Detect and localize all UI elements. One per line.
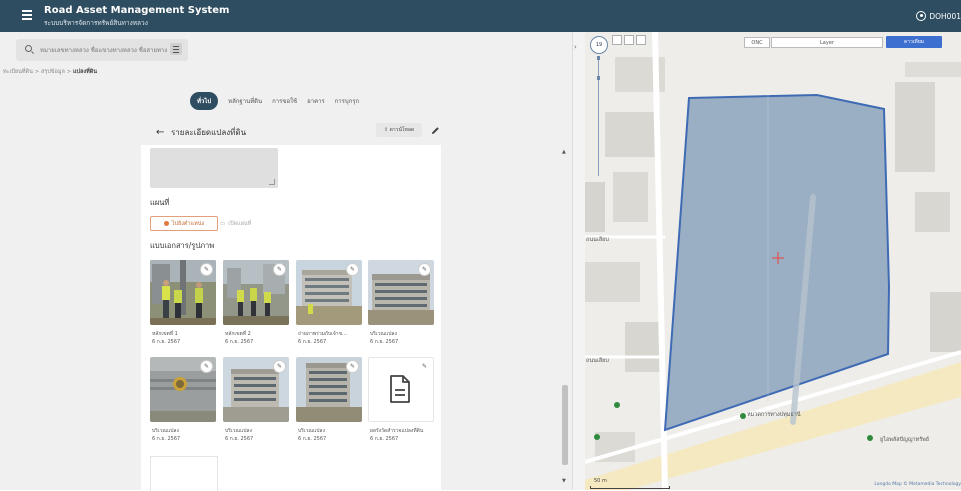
scrollbar[interactable]: ▲ ▼ — [561, 145, 569, 490]
photo-thumbnail[interactable]: ✎ — [296, 260, 362, 325]
detail-title: รายละเอียดแปลงที่ดิน — [171, 128, 247, 137]
documents-section-title: แบบเอกสาร/รูปภาพ — [150, 241, 215, 250]
user-icon — [916, 11, 927, 21]
zoom-slider[interactable] — [597, 56, 600, 176]
map-scale-label: 50 m — [594, 478, 607, 484]
locate-button[interactable]: ไปยังตำแหน่ง — [150, 216, 218, 231]
photo-caption: ถ่ายภาพร่วมกับเจ้าข... 6 ก.ย. 2567 — [298, 331, 347, 345]
photo-caption: บริเวณแปลง 6 ก.ย. 2567 — [298, 428, 327, 442]
add-photo-button[interactable] — [150, 456, 218, 491]
download-label: ดาวน์โหลด — [389, 127, 415, 133]
search-input[interactable]: หมายเลขทางหลวง ชื่อแขวงทางหลวง ชื่อสายทา… — [40, 45, 167, 55]
edit-photo-icon[interactable]: ✎ — [346, 360, 359, 373]
basemap-select[interactable]: ดาวเทียม — [886, 36, 942, 48]
photo-thumbnail[interactable]: ✎ — [368, 260, 434, 325]
tab-building[interactable]: อาคาร — [307, 96, 325, 106]
document-icon — [390, 375, 410, 403]
map-road-label: ถนนเลียบ — [586, 237, 609, 243]
photo-caption: ผลรังวัดสำรวจแปลงที่ดิน 6 ก.ย. 2567 — [370, 428, 424, 442]
layer-label: ONC — [744, 37, 770, 48]
edit-photo-icon[interactable]: ✎ — [273, 360, 286, 373]
edit-photo-icon[interactable]: ✎ — [200, 263, 213, 276]
edit-pencil-icon[interactable] — [431, 126, 440, 135]
breadcrumb-item[interactable]: สรุปข้อมูล — [41, 69, 65, 75]
breadcrumb-item[interactable]: ทะเบียนที่ดิน — [3, 69, 33, 75]
collapse-panel-icon[interactable]: › — [574, 43, 577, 51]
user-menu[interactable]: DOH001 — [916, 9, 961, 23]
breadcrumb-current: แปลงที่ดิน — [72, 69, 98, 75]
tab-usage-request[interactable]: การขอใช้ — [272, 96, 297, 106]
photo-thumbnail[interactable]: ✎ — [223, 260, 289, 325]
edit-photo-icon[interactable]: ✎ — [273, 263, 286, 276]
measure-tool-icon[interactable] — [612, 35, 622, 45]
user-name: DOH001 — [929, 11, 961, 21]
filter-icon[interactable] — [170, 43, 182, 55]
photo-thumbnail[interactable]: ✎ — [223, 357, 289, 422]
document-thumbnail[interactable]: ✎ — [368, 357, 434, 422]
back-arrow-icon[interactable]: ← — [156, 127, 164, 138]
edit-photo-icon[interactable]: ✎ — [418, 263, 431, 276]
panel-divider — [572, 32, 585, 490]
photo-thumbnail[interactable]: ✎ — [296, 357, 362, 422]
edit-photo-icon[interactable]: ✎ — [346, 263, 359, 276]
open-map-button[interactable]: ▭ เปิดแผนที่ — [220, 216, 251, 231]
scroll-up-icon[interactable]: ▲ — [562, 149, 566, 155]
photo-caption: บริเวณแปลง 6 ก.ย. 2567 — [152, 428, 181, 442]
app-bar: Road Asset Management System ระบบบริหารจ… — [0, 0, 961, 32]
map-scale-bar — [590, 486, 670, 489]
map-section-title: แผนที่ — [150, 198, 170, 207]
photo-caption: หลักเขตที่ 16 ก.ย. 2567 — [152, 331, 181, 345]
map-attribution: Longdo Map © Metamedia Technology — [874, 482, 961, 487]
draw-tool-icon[interactable] — [624, 35, 634, 45]
map-view[interactable] — [585, 32, 961, 490]
download-button[interactable]: ⇧ ดาวน์โหลด — [376, 123, 422, 137]
zoom-level-control[interactable]: 19 — [590, 36, 608, 54]
map-canvas — [585, 32, 961, 490]
edit-document-icon[interactable]: ✎ — [419, 361, 430, 372]
tab-encroachment[interactable]: การบุกรุก — [335, 96, 360, 106]
scroll-down-icon[interactable]: ▼ — [562, 478, 566, 484]
menu-icon[interactable] — [22, 10, 32, 20]
photo-caption: บริเวณแปลง 6 ก.ย. 2567 — [370, 331, 399, 345]
tab-bar: ทั่วไป หลักฐานที่ดิน การขอใช้ อาคาร การบ… — [190, 92, 359, 110]
pin-icon — [163, 221, 169, 226]
photo-thumbnail[interactable]: ✎ — [150, 260, 216, 325]
photo-thumbnail[interactable]: ✎ — [150, 357, 216, 422]
app-title: Road Asset Management System — [44, 5, 230, 16]
app-subtitle: ระบบบริหารจัดการทรัพย์สินทางหลวง — [44, 19, 148, 27]
photo-caption: บริเวณแปลง 6 ก.ย. 2567 — [225, 428, 254, 442]
open-map-label: เปิดแผนที่ — [228, 220, 252, 227]
locate-label: ไปยังตำแหน่ง — [171, 220, 205, 227]
map-poi-label: ยูไอพลัสปัญญาทรัพย์ — [880, 437, 930, 443]
layer-select[interactable]: Layer — [771, 37, 883, 48]
photo-caption: หลักเขตที่ 26 ก.ย. 2567 — [225, 331, 254, 345]
breadcrumb: ทะเบียนที่ดิน > สรุปข้อมูล > แปลงที่ดิน — [3, 69, 98, 75]
map-poi-label: หมวดการทางปทุมธานี — [747, 412, 801, 418]
search-box[interactable]: หมายเลขทางหลวง ชื่อแขวงทางหลวง ชื่อสายทา… — [16, 39, 188, 61]
notes-textarea[interactable] — [150, 148, 278, 188]
tab-general[interactable]: ทั่วไป — [190, 92, 219, 110]
search-icon — [25, 45, 32, 52]
edit-photo-icon[interactable]: ✎ — [200, 360, 213, 373]
map-road-label: ถนนเลียบ — [586, 358, 609, 364]
scroll-thumb[interactable] — [562, 385, 568, 465]
clear-tool-icon[interactable] — [636, 35, 646, 45]
map-icon: ▭ — [220, 220, 226, 227]
tab-land-evidence[interactable]: หลักฐานที่ดิน — [228, 96, 262, 106]
